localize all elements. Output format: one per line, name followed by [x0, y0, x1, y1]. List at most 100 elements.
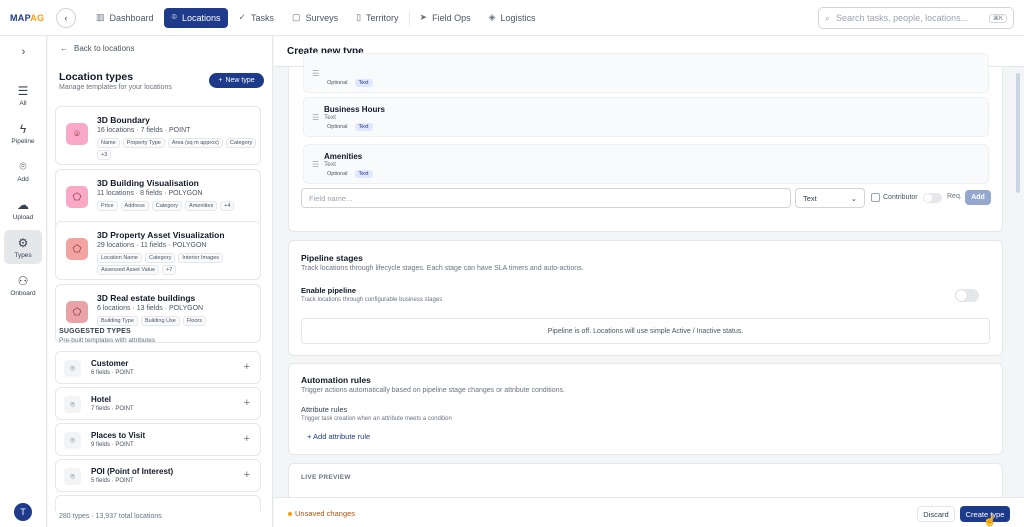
nav-field-ops[interactable]: ➤ Field Ops — [412, 8, 479, 28]
field-type-select[interactable]: Text ⌄ — [795, 188, 865, 208]
type-tags: Building Type Building Use Floors — [97, 316, 257, 326]
nav-territory[interactable]: ▯ Territory — [348, 8, 406, 28]
tag: Area (sq m approx) — [167, 138, 223, 148]
required-label: Req. — [947, 193, 962, 200]
rail-item-upload[interactable]: ☁ Upload — [4, 192, 42, 226]
enable-pipeline-label: Enable pipeline — [301, 286, 357, 295]
polygon-icon: ⬠ — [66, 238, 88, 260]
enable-pipeline-toggle[interactable] — [955, 289, 979, 302]
type-card[interactable]: ⬠ 3D Building Visualisation 11 locations… — [55, 169, 261, 228]
map-pin-icon: ⌾ — [171, 12, 177, 22]
required-toggle[interactable] — [923, 193, 942, 203]
pipeline-title: Pipeline stages — [301, 253, 363, 263]
rail-item-add[interactable]: ⌾ Add — [4, 154, 42, 188]
automation-subtitle: Trigger actions automatically based on p… — [301, 387, 565, 394]
tag: Building Use — [140, 316, 180, 326]
main-nav: ▥ Dashboard ⌾ Locations ✓ Tasks ▢ Surveys ▯ T… — [88, 7, 544, 28]
map-pin-icon: ⌾ — [64, 468, 81, 485]
rail-item-types[interactable]: ⚙ Types — [4, 230, 42, 264]
attribute-rules-label: Attribute rules — [301, 405, 348, 414]
tag: Category — [225, 138, 257, 148]
add-suggested-icon[interactable]: + — [244, 469, 250, 481]
plus-icon: + — [218, 77, 223, 84]
list-icon: ☰ — [17, 83, 29, 98]
suggested-type-card[interactable]: ⌾ Places to Visit 9 fields · POINT + — [55, 423, 261, 456]
global-search[interactable]: ⌕ Search tasks, people, locations... ⌘K — [818, 7, 1014, 29]
location-types-list[interactable]: ⌾ 3D Boundary 16 locations · 7 fields · … — [55, 106, 268, 354]
app-logo[interactable]: MAPAG — [0, 13, 46, 23]
sidebar-subtitle: Manage templates for your locations — [59, 84, 172, 91]
nav-back-button[interactable]: ‹ — [56, 7, 76, 28]
drag-handle-icon[interactable]: ☰ — [312, 160, 319, 169]
main-scrollbar[interactable] — [1014, 67, 1022, 497]
field-name-input[interactable]: Field name... — [301, 188, 791, 208]
map-pin-icon: ⌾ — [19, 159, 27, 173]
suggested-types-subtitle: Pre-built templates with attributes — [59, 337, 156, 344]
automation-title: Automation rules — [301, 375, 371, 385]
drag-handle-icon[interactable]: ☰ — [312, 69, 319, 78]
suggested-type-card[interactable] — [55, 495, 261, 511]
map-pin-icon: ⌾ — [64, 396, 81, 413]
drag-handle-icon[interactable]: ☰ — [312, 113, 319, 122]
rail-item-pipeline[interactable]: ϟ Pipeline — [4, 116, 42, 150]
suggested-type-card[interactable]: ⌾ Hotel 7 fields · POINT + — [55, 387, 261, 420]
back-to-locations-link[interactable]: ← Back to locations — [60, 44, 134, 53]
add-suggested-icon[interactable]: + — [244, 433, 250, 445]
add-suggested-icon[interactable]: + — [244, 361, 250, 373]
rail-expand-icon[interactable]: › — [0, 46, 47, 58]
required-badge: Optional — [327, 80, 348, 86]
new-type-button[interactable]: + New type — [209, 73, 264, 88]
type-card[interactable]: ⌾ 3D Boundary 16 locations · 7 fields · … — [55, 106, 261, 165]
type-tags: Price Address Category Amenities +4 — [97, 201, 257, 211]
toggle-knob — [956, 290, 967, 301]
tag: +7 — [162, 265, 177, 275]
rail-item-all[interactable]: ☰ All — [4, 78, 42, 112]
field-row[interactable]: ☰ Amenities Text Optional Text — [303, 144, 989, 184]
create-type-panel: Create new type ☰ Optional Text ☰ Busine… — [274, 36, 1024, 527]
polygon-icon: ⬠ — [66, 301, 88, 323]
scroll-thumb[interactable] — [1016, 73, 1020, 193]
field-row[interactable]: ☰ Business Hours Text Optional Text — [303, 97, 989, 137]
type-badge: Text — [354, 79, 373, 87]
suggested-type-card[interactable]: ⌾ POI (Point of Interest) 5 fields · POI… — [55, 459, 261, 492]
pipeline-icon: ϟ — [19, 121, 27, 136]
tag: Property Type — [122, 138, 165, 148]
nav-dashboard[interactable]: ▥ Dashboard — [88, 8, 162, 28]
tag: +3 — [97, 150, 112, 160]
attribute-rules-desc: Trigger task creation when an attribute … — [301, 416, 452, 422]
contributor-checkbox[interactable]: Contributor — [871, 193, 918, 202]
checkbox[interactable] — [871, 193, 880, 202]
tag: Price — [97, 201, 118, 211]
user-avatar[interactable]: T — [14, 503, 32, 521]
left-rail: › ☰ All ϟ Pipeline ⌾ Add ☁ Upload ⚙ Types ⚇ On… — [0, 36, 47, 527]
add-attribute-rule-link[interactable]: + Add attribute rule — [307, 432, 370, 441]
tasks-icon: ✓ — [238, 12, 247, 22]
field-row[interactable]: ☰ Optional Text — [303, 53, 989, 93]
nav-surveys[interactable]: ▢ Surveys — [284, 8, 346, 28]
tag: Interior Images — [178, 253, 224, 263]
add-field-button[interactable]: Add — [965, 190, 991, 205]
types-count-footer: 280 types · 13,937 total locations — [59, 513, 162, 520]
nav-tasks[interactable]: ✓ Tasks — [230, 8, 282, 28]
type-badge: Text — [354, 123, 373, 131]
nav-logistics[interactable]: ◈ Logistics — [481, 8, 544, 28]
rail-item-onboard[interactable]: ⚇ Onboard — [4, 268, 42, 302]
nav-divider — [408, 10, 410, 25]
tag: Floors — [182, 316, 207, 326]
tag: +4 — [220, 201, 235, 211]
suggested-type-card[interactable]: ⌾ Customer 6 fields · POINT + — [55, 351, 261, 384]
box-icon: ◈ — [488, 12, 496, 22]
automation-section: Automation rules Trigger actions automat… — [288, 363, 1003, 455]
suggested-types-list[interactable]: ⌾ Customer 6 fields · POINT + ⌾ Hotel 7 … — [55, 351, 268, 511]
search-icon: ⌕ — [825, 12, 831, 23]
pipeline-subtitle: Track locations through lifecycle stages… — [301, 265, 584, 272]
search-shortcut: ⌘K — [988, 13, 1007, 23]
type-card[interactable]: ⬠ 3D Property Asset Visualization 29 loc… — [55, 221, 261, 280]
search-input[interactable]: Search tasks, people, locations... — [836, 13, 968, 23]
enable-pipeline-desc: Track locations through configurable bus… — [301, 297, 443, 303]
main-footer: Unsaved changes Discard Create type ☝ — [274, 497, 1024, 527]
nav-locations[interactable]: ⌾ Locations — [163, 7, 229, 28]
add-suggested-icon[interactable]: + — [244, 397, 250, 409]
discard-button[interactable]: Discard — [917, 506, 955, 522]
top-navbar: MAPAG ‹ ▥ Dashboard ⌾ Locations ✓ Tasks ▢ Su… — [0, 0, 1024, 36]
